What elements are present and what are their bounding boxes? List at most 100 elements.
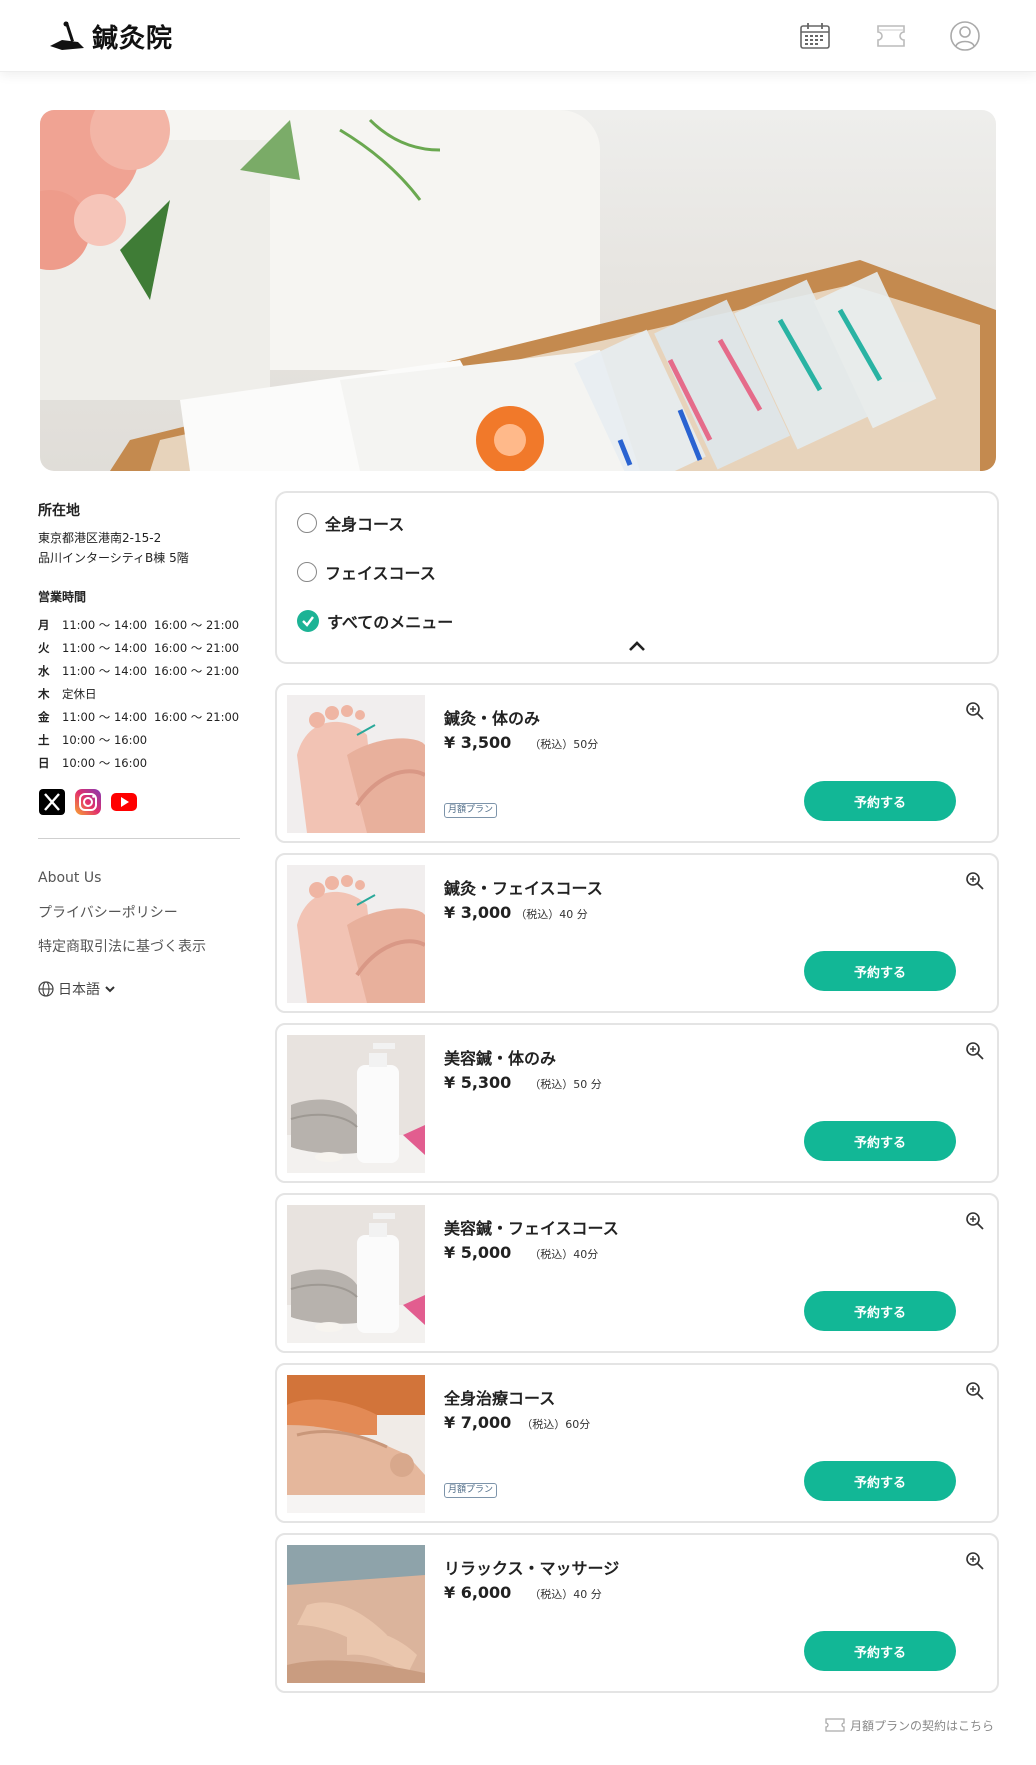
social-links	[38, 788, 243, 816]
instagram-icon[interactable]	[74, 788, 102, 816]
hours-row: 水 11:00 ～ 14:00 16:00 ～ 21:00	[38, 659, 243, 682]
price-note: （税込）40 分	[529, 1588, 602, 1601]
menu-title: 鍼灸・体のみ	[444, 709, 541, 728]
hours-day: 土	[38, 732, 50, 747]
x-icon[interactable]	[38, 788, 66, 816]
price-note: （税込）40 分	[515, 908, 588, 921]
zoom-in-icon[interactable]	[965, 871, 985, 891]
filter-option-label: すべてのメニュー	[327, 613, 454, 632]
monthly-plan-badge: 月額プラン	[444, 803, 498, 818]
menu-title: リラックス・マッサージ	[444, 1559, 620, 1578]
price-amount: ¥ 3,000	[444, 903, 512, 922]
zoom-in-icon[interactable]	[965, 701, 985, 721]
ticket-icon	[825, 1718, 845, 1732]
menu-card[interactable]: リラックス・マッサージ ¥ 6,000 （税込）40 分 予約する	[275, 1533, 999, 1693]
hours-time-2: 16:00 ～ 21:00	[154, 617, 240, 632]
address-line-1: 東京都港区港南2-15-2	[38, 531, 162, 545]
zoom-in-icon[interactable]	[965, 1381, 985, 1401]
menu-card[interactable]: 美容鍼・体のみ ¥ 5,300 （税込）50 分 予約する	[275, 1023, 999, 1183]
menu-price: ¥ 6,000 （税込）40 分	[444, 1583, 602, 1602]
radio-unchecked-icon	[297, 513, 317, 533]
radio-unchecked-icon	[297, 562, 317, 582]
user-icon[interactable]	[945, 16, 985, 56]
link-privacy-policy[interactable]: プライバシーポリシー	[38, 895, 243, 929]
reserve-button[interactable]: 予約する	[804, 951, 956, 991]
course-filter-panel: 全身コース フェイスコース すべてのメニュー	[275, 491, 999, 664]
link-about-us[interactable]: About Us	[38, 861, 243, 895]
globe-icon	[38, 981, 54, 997]
hours-time-1: 定休日	[62, 686, 97, 701]
top-header: 鍼灸院	[0, 0, 1036, 72]
price-note: （税込）50分	[529, 738, 599, 751]
hours-day: 木	[38, 686, 50, 701]
filter-option-face[interactable]: フェイスコース	[297, 560, 436, 584]
filter-option-all[interactable]: すべてのメニュー	[297, 609, 453, 633]
menu-price: ¥ 5,000 （税込）40分	[444, 1243, 598, 1262]
sidebar-divider	[38, 838, 240, 839]
foot-acupuncture-image	[287, 695, 425, 833]
reserve-button[interactable]: 予約する	[804, 1631, 956, 1671]
hours-row: 月 11:00 ～ 14:00 16:00 ～ 21:00	[38, 613, 243, 636]
menu-price: ¥ 3,500 （税込）50分	[444, 733, 598, 752]
price-amount: ¥ 3,500	[444, 733, 512, 752]
logo-text: 鍼灸院	[92, 24, 174, 54]
hours-time-1: 10:00 ～ 16:00	[62, 755, 148, 770]
hours-row: 木定休日	[38, 682, 243, 705]
monthly-plan-link-label: 月額プランの契約はこちら	[850, 1718, 995, 1733]
menu-card[interactable]: 鍼灸・フェイスコース ¥ 3,000 （税込）40 分 予約する	[275, 853, 999, 1013]
hours-day: 水	[38, 663, 50, 678]
hours-day: 金	[38, 709, 50, 724]
hours-time-1: 11:00 ～ 14:00	[62, 640, 148, 655]
ticket-icon[interactable]	[871, 16, 911, 56]
menu-card[interactable]: 美容鍼・フェイスコース ¥ 5,000 （税込）40分 予約する	[275, 1193, 999, 1353]
link-commerce-law[interactable]: 特定商取引法に基づく表示	[38, 929, 243, 963]
logo[interactable]: 鍼灸院	[48, 18, 173, 55]
hours-time-2: 16:00 ～ 21:00	[154, 709, 240, 724]
reserve-button[interactable]: 予約する	[804, 1461, 956, 1501]
location-title: 所在地	[38, 503, 80, 519]
price-amount: ¥ 5,300	[444, 1073, 512, 1092]
price-amount: ¥ 5,000	[444, 1243, 512, 1262]
calendar-icon[interactable]	[795, 16, 835, 56]
menu-price: ¥ 3,000 （税込）40 分	[444, 903, 588, 922]
language-selector[interactable]: 日本語	[38, 979, 243, 999]
zoom-in-icon[interactable]	[965, 1211, 985, 1231]
menu-title: 全身治療コース	[444, 1389, 556, 1408]
menu-title: 鍼灸・フェイスコース	[444, 879, 603, 898]
price-note: （税込）60分	[521, 1418, 591, 1431]
menu-title: 美容鍼・体のみ	[444, 1049, 557, 1068]
logo-icon	[50, 21, 84, 50]
hours-time-1: 11:00 ～ 14:00	[62, 617, 148, 632]
hours-time-2: 16:00 ～ 21:00	[154, 640, 240, 655]
reserve-button[interactable]: 予約する	[804, 1291, 956, 1331]
chevron-down-icon	[105, 986, 115, 993]
menu-card[interactable]: 全身治療コース ¥ 7,000 （税込）60分 月額プラン 予約する	[275, 1363, 999, 1523]
hours-row: 土 10:00 ～ 16:00	[38, 728, 243, 751]
hours-table: 月 11:00 ～ 14:00 16:00 ～ 21:00 火 11:00 ～ 14:…	[38, 613, 243, 774]
menu-title: 美容鍼・フェイスコース	[444, 1219, 619, 1238]
hours-time-1: 11:00 ～ 14:00	[62, 709, 148, 724]
price-amount: ¥ 6,000	[444, 1583, 512, 1602]
hours-title: 営業時間	[38, 590, 87, 604]
check-circle-icon	[297, 610, 319, 632]
lotion-bottle-image	[287, 1205, 425, 1343]
monthly-plan-link[interactable]: 月額プランの契約はこちら	[824, 1716, 994, 1734]
reserve-button[interactable]: 予約する	[804, 781, 956, 821]
hours-time-1: 11:00 ～ 14:00	[62, 663, 148, 678]
zoom-in-icon[interactable]	[965, 1041, 985, 1061]
chevron-up-icon[interactable]	[627, 639, 647, 653]
hours-day: 日	[38, 755, 50, 770]
reserve-button[interactable]: 予約する	[804, 1121, 956, 1161]
filter-option-body[interactable]: 全身コース	[297, 511, 404, 535]
youtube-icon[interactable]	[110, 788, 138, 816]
address-line-2: 品川インターシティB棟 5階	[38, 551, 189, 565]
menu-card[interactable]: 鍼灸・体のみ ¥ 3,500 （税込）50分 月額プラン 予約する	[275, 683, 999, 843]
menu-price: ¥ 5,300 （税込）50 分	[444, 1073, 602, 1092]
monthly-plan-badge: 月額プラン	[444, 1483, 498, 1498]
menu-price: ¥ 7,000 （税込）60分	[444, 1413, 590, 1432]
relax-massage-image	[287, 1545, 425, 1683]
zoom-in-icon[interactable]	[965, 1551, 985, 1571]
address: 東京都港区港南2-15-2 品川インターシティB棟 5階	[38, 528, 243, 568]
hours-day: 月	[38, 617, 50, 632]
back-massage-image	[287, 1375, 425, 1513]
